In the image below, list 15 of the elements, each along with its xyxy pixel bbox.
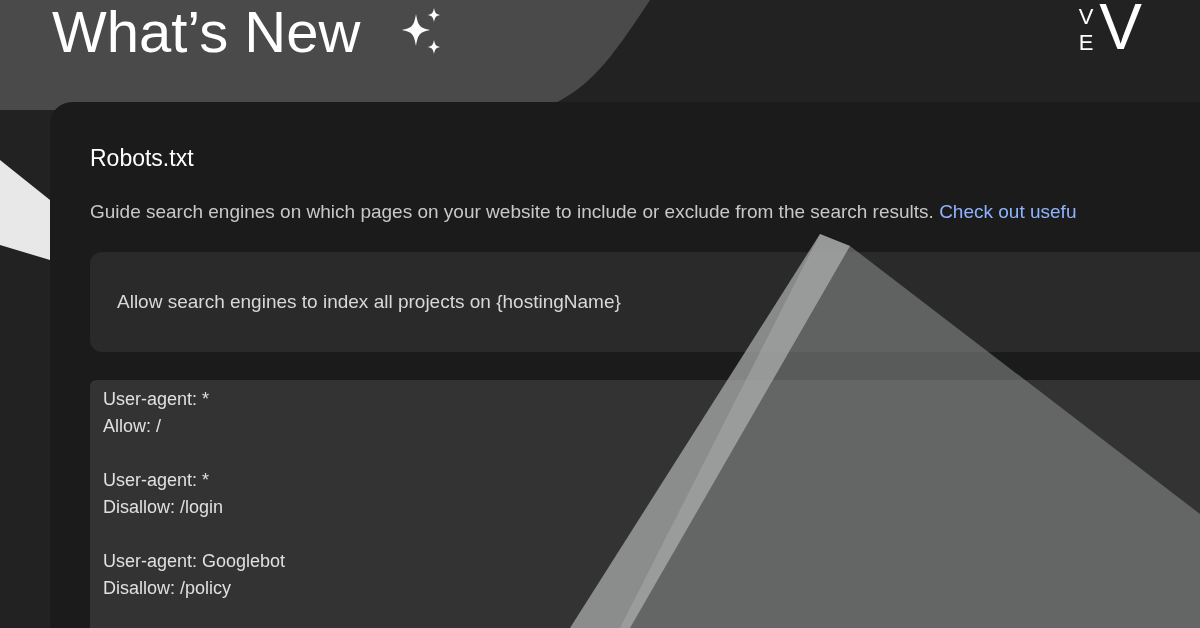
logo-letter: V [1099, 0, 1142, 56]
page-title: What’s New [52, 2, 361, 62]
code-line: User-agent: Googlebot [103, 549, 287, 573]
code-line: Disallow: /policy [103, 576, 233, 600]
code-line: User-agent: * [103, 468, 211, 492]
logo-letter: V [1078, 4, 1094, 30]
card-description: Guide search engines on which pages on your website to include or exclude from the search results. Check out usefu [90, 200, 1078, 224]
help-link[interactable]: Check out usefu [939, 201, 1077, 222]
card-title: Robots.txt [90, 144, 195, 172]
code-line: Disallow: /login [103, 495, 225, 519]
logo-letter: E [1078, 30, 1094, 56]
option-label: Allow search engines to index all projects on {hostingName} [117, 289, 621, 314]
robots-text-area[interactable]: User-agent: * Allow: / User-agent: * Disallow: /login User-agent: Googlebot Disallow: /policy [90, 379, 1200, 628]
code-line: Allow: / [103, 414, 163, 438]
code-line: User-agent: * [103, 387, 211, 411]
